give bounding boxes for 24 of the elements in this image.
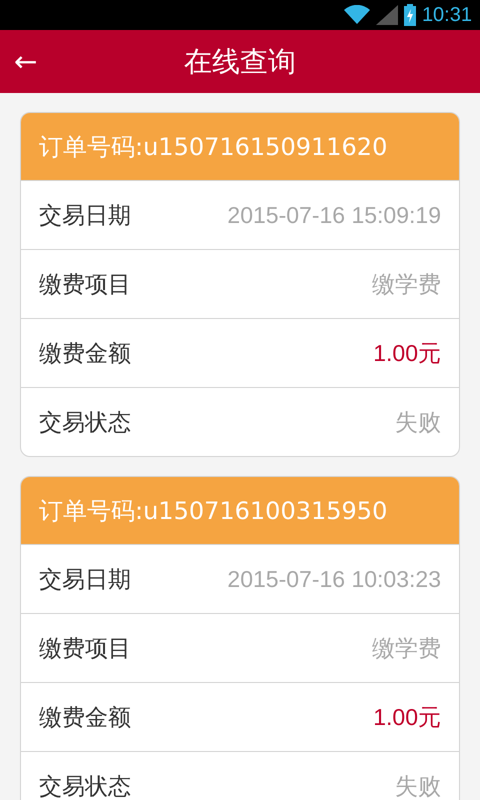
back-button[interactable]: ←: [0, 30, 52, 93]
field-label: 缴费金额: [39, 340, 131, 368]
field-label: 交易状态: [39, 772, 131, 800]
field-label: 缴费项目: [39, 634, 131, 664]
field-label: 交易日期: [39, 566, 131, 594]
field-value: 1.00元: [373, 702, 441, 732]
status-time: 10:31: [422, 4, 472, 26]
field-label: 缴费金额: [39, 704, 131, 732]
field-value: 2015-07-16 10:03:23: [227, 566, 441, 592]
field-value: 失败: [395, 772, 441, 800]
field-label: 交易日期: [39, 202, 131, 230]
field-label: 缴费项目: [39, 270, 131, 300]
field-label: 交易状态: [39, 408, 131, 438]
order-number: 订单号码:u150716100315950: [21, 477, 459, 544]
field-value: 2015-07-16 15:09:19: [227, 202, 441, 228]
order-number: 订单号码:u150716150911620: [21, 113, 459, 180]
field-value: 1.00元: [373, 338, 441, 368]
wifi-icon: [344, 5, 370, 25]
battery-icon: [404, 4, 416, 26]
page-title: 在线查询: [184, 44, 296, 80]
signal-icon: [376, 5, 398, 25]
field-value: 失败: [395, 408, 441, 436]
field-value: 缴学费: [372, 270, 441, 298]
field-value: 缴学费: [372, 634, 441, 662]
